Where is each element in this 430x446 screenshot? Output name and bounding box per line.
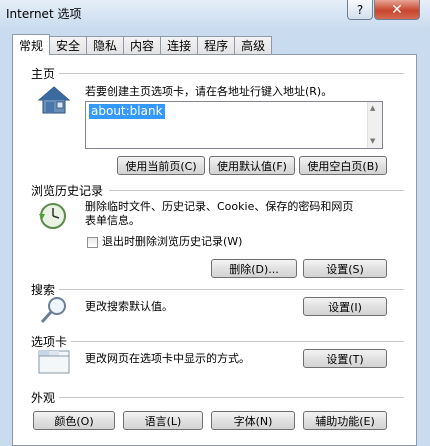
tab-privacy[interactable]: 隐私 bbox=[86, 36, 125, 54]
search-description: 更改搜索默认值。 bbox=[85, 300, 173, 313]
search-settings-button[interactable]: 设置(I) bbox=[303, 297, 387, 316]
homepage-url-value: about:blank bbox=[89, 104, 165, 119]
search-divider bbox=[59, 289, 404, 290]
history-description-line2: 表单信息。 bbox=[85, 214, 140, 227]
close-button[interactable]: ✕ bbox=[374, 0, 420, 20]
tabs-description: 更改网页在选项卡中显示的方式。 bbox=[85, 352, 250, 365]
homepage-group-label: 主页 bbox=[31, 67, 56, 81]
languages-button[interactable]: 语言(L) bbox=[123, 411, 203, 430]
tab-programs[interactable]: 程序 bbox=[197, 36, 236, 54]
use-default-button[interactable]: 使用默认值(F) bbox=[209, 156, 295, 175]
homepage-url-field[interactable]: about:blank ▲ ▼ bbox=[85, 101, 383, 149]
help-button[interactable]: ? bbox=[347, 0, 373, 20]
general-tab-panel: 主页 若要创建主页选项卡，请在各地址行键入地址(R)。 about:blank … bbox=[12, 54, 417, 446]
homepage-instruction: 若要创建主页选项卡，请在各地址行键入地址(R)。 bbox=[85, 85, 333, 98]
tabs-divider bbox=[71, 341, 404, 342]
tabs-settings-button[interactable]: 设置(T) bbox=[303, 349, 387, 368]
history-clock-icon bbox=[39, 203, 66, 229]
url-field-scrollbar[interactable]: ▲ ▼ bbox=[367, 102, 382, 148]
colors-button[interactable]: 颜色(O) bbox=[33, 411, 115, 430]
fonts-button[interactable]: 字体(N) bbox=[211, 411, 295, 430]
magnifier-icon bbox=[40, 297, 66, 324]
delete-history-button[interactable]: 删除(D)... bbox=[211, 259, 297, 278]
delete-on-exit-checkbox[interactable] bbox=[87, 237, 98, 248]
tab-strip: 常规 安全 隐私 内容 连接 程序 高级 bbox=[12, 34, 273, 55]
scroll-down-icon[interactable]: ▼ bbox=[370, 137, 375, 145]
tabs-window-icon bbox=[38, 350, 70, 374]
tab-advanced[interactable]: 高级 bbox=[234, 36, 273, 54]
tab-content[interactable]: 内容 bbox=[123, 36, 162, 54]
tab-general[interactable]: 常规 bbox=[12, 34, 51, 55]
history-settings-button[interactable]: 设置(S) bbox=[303, 259, 387, 278]
history-group-label: 浏览历史记录 bbox=[31, 184, 104, 198]
appearance-divider bbox=[59, 397, 404, 398]
scroll-up-icon[interactable]: ▲ bbox=[370, 104, 375, 112]
appearance-group-label: 外观 bbox=[31, 391, 56, 405]
delete-on-exit-label: 退出时删除浏览历史记录(W) bbox=[102, 235, 243, 248]
house-icon bbox=[37, 86, 71, 114]
homepage-divider bbox=[59, 73, 404, 74]
accessibility-button[interactable]: 辅助功能(E) bbox=[303, 411, 387, 430]
use-current-button[interactable]: 使用当前页(C) bbox=[117, 156, 205, 175]
window-title: Internet 选项 bbox=[6, 7, 82, 21]
tab-security[interactable]: 安全 bbox=[49, 36, 88, 54]
use-blank-button[interactable]: 使用空白页(B) bbox=[299, 156, 387, 175]
tab-connections[interactable]: 连接 bbox=[160, 36, 199, 54]
history-description-line1: 删除临时文件、历史记录、Cookie、保存的密码和网页 bbox=[85, 200, 354, 213]
title-bar: Internet 选项 ? ✕ bbox=[0, 0, 430, 28]
history-divider bbox=[109, 190, 404, 191]
